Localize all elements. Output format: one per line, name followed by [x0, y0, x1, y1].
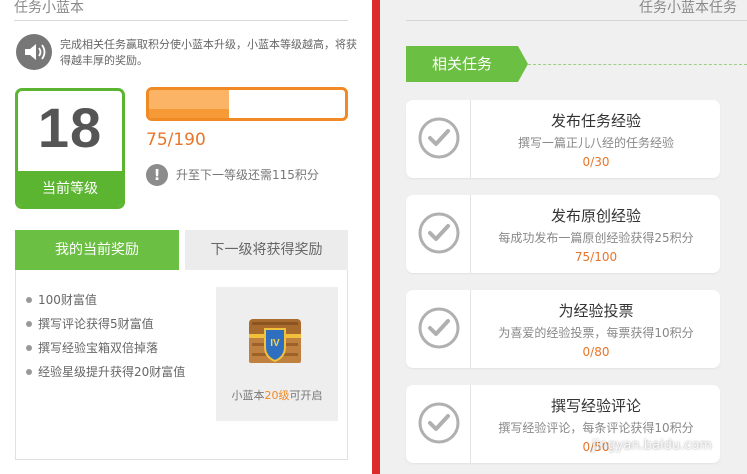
speaker-icon: [16, 34, 52, 70]
tab-current-reward[interactable]: 我的当前奖励: [15, 230, 179, 278]
watermark: jingyan.baidu.com: [592, 438, 712, 453]
level-label: 当前等级: [18, 173, 122, 206]
check-circle-icon: [406, 195, 471, 273]
check-circle-icon: [406, 100, 471, 178]
reward-tabs: 我的当前奖励 下一级将获得奖励: [15, 230, 348, 278]
left-panel: 任务小蓝本 完成相关任务赢取积分使小蓝本升级，小蓝本等级越高，将获得越丰厚的奖励…: [0, 0, 372, 474]
title-divider: [406, 20, 747, 21]
list-item: 100财富值: [26, 288, 206, 312]
left-panel-title: 任务小蓝本: [14, 0, 84, 16]
task-title: 为经验投票: [558, 302, 634, 320]
task-progress: 0/30: [582, 155, 610, 169]
chest-badge: IV: [270, 338, 280, 349]
check-circle-icon: [406, 385, 471, 463]
chest-caption-post: 可开启: [289, 389, 323, 402]
level-number: 18: [37, 96, 103, 159]
treasure-chest-icon: IV: [246, 315, 304, 365]
next-level-hint: 升至下一等级还需115积分: [176, 168, 319, 182]
chest-caption: 小蓝本20级可开启: [216, 387, 338, 403]
title-divider: [14, 20, 348, 21]
list-item: 撰写经验宝箱双倍掉落: [26, 336, 206, 360]
chest-caption-pre: 小蓝本: [231, 389, 265, 402]
exclamation-icon: !: [146, 164, 168, 186]
tab-next-reward[interactable]: 下一级将获得奖励: [185, 230, 348, 270]
level-progress-text: 75/190: [146, 130, 206, 150]
task-title: 发布任务经验: [550, 112, 641, 130]
task-card[interactable]: 为经验投票 为喜爱的经验投票，每票获得10积分 0/80: [406, 290, 720, 368]
chest-caption-level: 20级: [264, 389, 290, 402]
task-title: 发布原创经验: [550, 207, 641, 225]
task-card[interactable]: 发布任务经验 撰写一篇正儿八经的任务经验 0/30: [406, 100, 720, 178]
reward-panel: 100财富值 撰写评论获得5财富值 撰写经验宝箱双倍掉落 经验星级提升获得20财…: [15, 270, 348, 460]
task-desc: 撰写经验评论，每条评论获得10积分: [498, 421, 694, 435]
task-card[interactable]: 发布原创经验 每成功发布一篇原创经验获得25积分 75/100: [406, 195, 720, 273]
level-box: 18 当前等级: [15, 88, 125, 209]
check-circle-icon: [406, 290, 471, 368]
task-progress: 0/80: [582, 345, 610, 359]
task-desc: 每成功发布一篇原创经验获得25积分: [498, 231, 694, 245]
related-tasks-tab[interactable]: 相关任务: [406, 46, 528, 82]
task-progress: 75/100: [574, 250, 618, 264]
reward-list: 100财富值 撰写评论获得5财富值 撰写经验宝箱双倍掉落 经验星级提升获得20财…: [26, 288, 206, 384]
task-title: 撰写经验评论: [550, 397, 641, 415]
treasure-chest-card: IV 小蓝本20级可开启: [216, 287, 338, 421]
level-progress-fill: [149, 90, 230, 118]
intro-text: 完成相关任务赢取积分使小蓝本升级，小蓝本等级越高，将获得越丰厚的奖励。: [60, 38, 357, 67]
list-item: 经验星级提升获得20财富值: [26, 360, 206, 384]
dashed-divider: [528, 64, 747, 65]
list-item: 撰写评论获得5财富值: [26, 312, 206, 336]
right-panel-title: 任务小蓝本任务: [639, 0, 737, 16]
right-panel: 任务小蓝本任务 相关任务 发布任务经验 撰写一篇正儿八经的任务经验 0/30 发…: [380, 0, 747, 474]
panel-divider: [372, 0, 380, 474]
task-desc: 撰写一篇正儿八经的任务经验: [517, 136, 674, 150]
task-desc: 为喜爱的经验投票，每票获得10积分: [498, 326, 694, 340]
level-progress-bar: [146, 87, 348, 121]
